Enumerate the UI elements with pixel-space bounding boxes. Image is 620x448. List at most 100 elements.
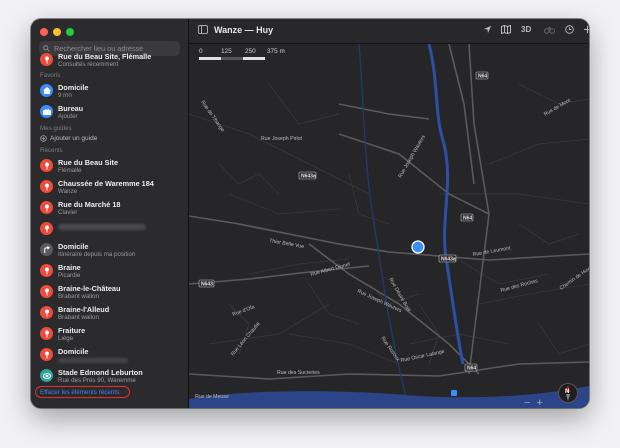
recent-item[interactable]: Braine-l'Alleud Brabant wallon [31, 304, 188, 324]
recent-item-partial[interactable]: Rue du Beau Site, Flémalle Consultés réc… [31, 51, 188, 71]
scale-label: 125 [221, 48, 232, 55]
recents-header: Récents [40, 147, 63, 154]
transit-stop-icon[interactable] [451, 390, 457, 396]
item-subtitle: Brabant wallon [58, 314, 99, 321]
pin-icon [40, 159, 53, 172]
binoculars-icon[interactable] [544, 25, 555, 34]
road-label: Rue des Sucreries [277, 370, 320, 376]
redacted-text [58, 224, 146, 230]
road-badge: N643a [298, 171, 317, 180]
road-label: Rue Léon Chaufat [230, 321, 262, 358]
road-label: Rue des Roches [500, 278, 539, 294]
current-location-marker[interactable] [411, 240, 425, 254]
item-subtitle: Clavier [58, 209, 78, 216]
item-subtitle: Flémalle [58, 167, 82, 174]
item-subtitle: Ajouter [58, 113, 78, 120]
window-controls [40, 28, 74, 36]
location-arrow-icon[interactable] [483, 25, 492, 34]
zoom-in-button[interactable]: + [536, 397, 542, 408]
item-title: Chaussée de Waremme 184 [58, 179, 154, 188]
item-title: Braine-l'Alleud [58, 305, 110, 314]
item-title: Rue du Beau Site, Flémalle [58, 52, 152, 61]
item-title: Braine-le-Château [58, 284, 121, 293]
item-title: Domicile [58, 347, 89, 356]
recent-item[interactable]: Stade Edmond Leburton Rue des Prés 90, W… [31, 367, 188, 387]
item-title: Stade Edmond Leburton [58, 368, 143, 377]
pin-icon [40, 53, 53, 66]
clear-recents-link[interactable]: Effacer les éléments récents [35, 386, 130, 398]
add-icon[interactable] [583, 25, 589, 34]
redacted-text [58, 358, 128, 363]
close-window-button[interactable] [40, 28, 48, 36]
svg-text:N64: N64 [467, 366, 476, 372]
svg-text:N643a: N643a [441, 257, 456, 263]
recent-item[interactable]: Braine-le-Château Brabant wallon [31, 283, 188, 303]
item-subtitle: Rue des Prés 90, Waremme [58, 377, 136, 384]
home-icon [40, 84, 53, 97]
favorite-item-home[interactable]: Domicile 9 mn [31, 82, 188, 102]
toolbar: Wanze — Huy 3D [189, 19, 589, 44]
clock-icon[interactable] [565, 25, 574, 34]
road-label: Rue Joseph Pirlot [261, 136, 303, 142]
map-view[interactable]: Rue de Tihange Rue Joseph Pirlot Rue Jos… [189, 44, 589, 408]
road-label: Rue d'Ofa [232, 304, 256, 318]
window-title: Wanze — Huy [214, 25, 274, 35]
road-label: Rue de Leumont [472, 245, 511, 258]
road-label: Rue Rosoux [379, 336, 401, 363]
compass[interactable]: N [557, 382, 579, 404]
zoom-window-button[interactable] [66, 28, 74, 36]
road-label: Rue de Meuse [195, 394, 229, 400]
minimize-window-button[interactable] [53, 28, 61, 36]
pin-icon [40, 285, 53, 298]
recent-item[interactable]: Fraiture Liège [31, 325, 188, 345]
road-badge: N643 [198, 279, 215, 288]
svg-text:N643a: N643a [301, 174, 316, 180]
directions-icon [40, 243, 53, 256]
3d-button[interactable]: 3D [521, 25, 531, 34]
road-badge: N643a [438, 254, 457, 263]
recent-item[interactable]: Rue du Beau Site Flémalle [31, 157, 188, 177]
recent-item[interactable]: Domicile [31, 346, 188, 366]
item-subtitle: Wanze [58, 188, 78, 195]
maps-window: Rechercher lieu ou adresse Rue du Beau S… [31, 19, 589, 408]
scale-bar [199, 57, 299, 60]
recent-item[interactable]: Rue du Marché 18 Clavier [31, 199, 188, 219]
add-circle-icon [40, 135, 47, 142]
item-title: Braine [58, 263, 81, 272]
favorites-header: Favoris [40, 72, 61, 79]
sidebar-toggle-icon[interactable] [198, 25, 208, 34]
item-title: Rue du Beau Site [58, 158, 119, 167]
map-canvas[interactable]: Rue de Tihange Rue Joseph Pirlot Rue Jos… [189, 44, 589, 408]
item-subtitle: Brabant wallon [58, 293, 99, 300]
pin-icon [40, 348, 53, 361]
svg-text:N643: N643 [201, 282, 213, 288]
item-title: Fraiture [58, 326, 86, 335]
item-title: Rue du Marché 18 [58, 200, 121, 209]
item-subtitle: Itinéraire depuis ma position [58, 251, 136, 258]
pin-icon [40, 201, 53, 214]
zoom-out-button[interactable]: − [524, 397, 530, 408]
scale-label: 0 [199, 48, 203, 55]
map-scale: 0 125 250 375 m [199, 48, 299, 60]
stadium-icon [40, 369, 53, 382]
add-guide-button[interactable]: Ajouter un guide [40, 135, 97, 142]
svg-text:N64: N64 [478, 74, 487, 80]
recent-item[interactable]: Braine Picardie [31, 262, 188, 282]
item-title: Domicile [58, 242, 89, 251]
item-title: Domicile [58, 83, 89, 92]
road-label: Rue de Mont [543, 97, 572, 117]
guides-header: Mes guides [40, 125, 72, 132]
road-label: Rue Oscar Lalange [400, 349, 445, 364]
recent-item[interactable]: Chaussée de Waremme 184 Wanze [31, 178, 188, 198]
pin-icon [40, 327, 53, 340]
favorite-item-work[interactable]: Bureau Ajouter [31, 103, 188, 123]
map-mode-icon[interactable] [501, 25, 511, 34]
zoom-controls: − + [524, 397, 543, 408]
pin-icon [40, 264, 53, 277]
recent-item-hidden[interactable] [31, 220, 188, 240]
pin-icon [40, 306, 53, 319]
item-subtitle: Liège [58, 335, 74, 342]
pin-icon [40, 180, 53, 193]
road-badge: N64 [464, 363, 478, 372]
recent-item[interactable]: Domicile Itinéraire depuis ma position [31, 241, 188, 261]
